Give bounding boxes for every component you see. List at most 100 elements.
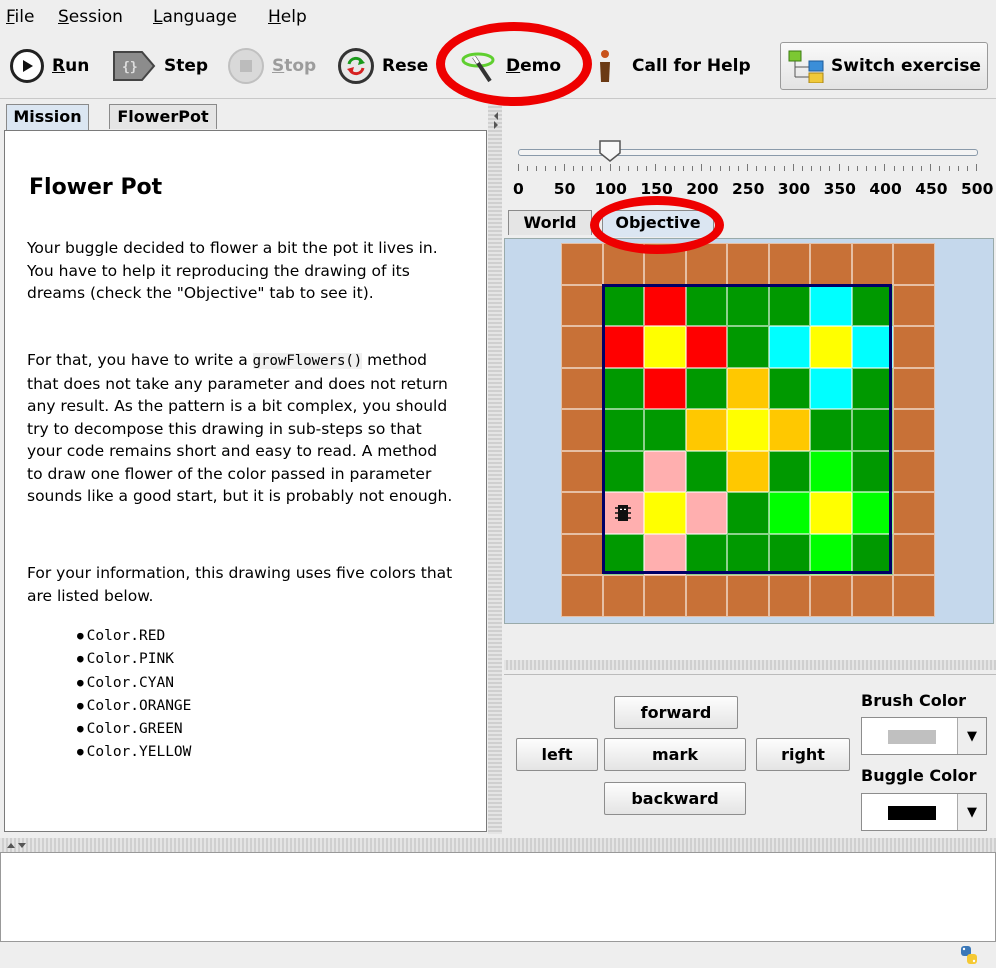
menu-language[interactable]: Language	[153, 7, 237, 27]
slider-tick	[600, 166, 602, 171]
world-controls-splitter[interactable]	[504, 660, 996, 670]
grid-cell	[893, 326, 935, 368]
grid-cell	[893, 575, 935, 617]
code-snippet: growFlowers()	[252, 353, 363, 369]
tab-world[interactable]: World	[508, 210, 592, 235]
grid-cell	[768, 243, 810, 285]
horizontal-splitter[interactable]	[0, 838, 996, 852]
slider-tick	[627, 166, 629, 171]
menu-file[interactable]: File	[6, 7, 34, 27]
step-button[interactable]: {} Step	[112, 46, 208, 86]
tab-flowerpot[interactable]: FlowerPot	[109, 104, 217, 129]
slider-tick	[948, 166, 950, 171]
output-console[interactable]	[0, 852, 996, 942]
tab-mission[interactable]: Mission	[6, 104, 89, 131]
color-list: Color.RED Color.PINK Color.CYAN Color.OR…	[77, 625, 192, 765]
slider-tick	[811, 166, 813, 171]
backward-button[interactable]: backward	[604, 782, 746, 815]
buggle-color-label: Buggle Color	[861, 766, 977, 785]
tab-objective[interactable]: Objective	[602, 210, 714, 237]
slider-tick	[747, 164, 748, 171]
slider-tick	[710, 166, 712, 171]
slider-tick	[838, 164, 840, 171]
slider-tick	[637, 166, 639, 171]
step-label: Step	[164, 56, 209, 76]
slider-thumb[interactable]	[598, 140, 621, 162]
python-icon	[961, 946, 977, 964]
forward-button[interactable]: forward	[614, 696, 738, 729]
mission-p2-intro: For that, you have to write a	[27, 351, 253, 369]
menu-session-mnemonic: S	[58, 7, 69, 27]
vertical-splitter[interactable]	[488, 104, 502, 834]
grid-cell	[561, 575, 603, 617]
tree-icon	[788, 50, 824, 83]
control-panel: forward left mark right backward Brush C…	[504, 674, 996, 835]
grid-cell	[727, 575, 769, 617]
mark-button[interactable]: mark	[604, 738, 746, 771]
reset-button[interactable]: Rese	[338, 46, 428, 86]
right-button[interactable]: right	[756, 738, 850, 771]
slider-tick-label: 250	[732, 180, 765, 198]
slider-tick	[554, 166, 556, 171]
run-label: un	[65, 56, 90, 76]
step-icon: {}	[113, 51, 156, 81]
speed-slider[interactable]	[518, 140, 978, 180]
toolbar: Run {} Step Stop Rese Demo Call for Help…	[0, 34, 996, 99]
slider-tick	[701, 164, 703, 171]
slider-tick	[646, 166, 648, 171]
world-view	[504, 238, 994, 624]
menu-file-label: ile	[14, 7, 35, 27]
buggle-icon	[603, 492, 645, 534]
menu-help[interactable]: Help	[268, 7, 307, 27]
grid-cell	[893, 243, 935, 285]
slider-tick	[875, 166, 877, 171]
menu-file-mnemonic: F	[6, 7, 15, 27]
slider-tick	[728, 166, 730, 171]
grid-cell	[893, 492, 935, 534]
help-icon	[600, 50, 610, 82]
stop-icon	[228, 48, 264, 84]
menu-language-label: anguage	[162, 7, 237, 27]
brush-color-label: Brush Color	[861, 691, 967, 710]
menu-help-mnemonic: H	[268, 7, 281, 27]
brush-color-select[interactable]: ▼	[861, 717, 987, 755]
run-button[interactable]: Run	[10, 46, 89, 86]
slider-ticks	[518, 164, 978, 172]
menu-session[interactable]: Session	[58, 7, 123, 27]
grid-cell	[893, 367, 935, 409]
demo-label: emo	[520, 56, 562, 76]
stop-button[interactable]: Stop	[228, 46, 316, 86]
grid-cell	[561, 492, 603, 534]
slider-tick	[820, 166, 822, 171]
switch-exercise-button[interactable]: Switch exercise	[780, 42, 988, 90]
slider-tick	[664, 166, 666, 171]
slider-tick	[572, 166, 574, 171]
menu-help-label: elp	[280, 7, 307, 27]
grid-cell	[810, 243, 852, 285]
stop-label: top	[284, 56, 317, 76]
left-button[interactable]: left	[516, 738, 598, 771]
brush-color-swatch	[888, 730, 936, 744]
slider-tick	[682, 166, 684, 171]
grid-cell	[561, 533, 603, 575]
buggle-color-select[interactable]: ▼	[861, 793, 987, 831]
slider-tick	[911, 166, 913, 171]
call-for-help-button[interactable]: Call for Help	[596, 46, 751, 86]
slider-tick	[866, 166, 868, 171]
grid-cell	[810, 575, 852, 617]
slider-tick	[536, 166, 538, 171]
slider-tick	[893, 166, 895, 171]
slider-tick-label: 100	[594, 180, 627, 198]
list-item: Color.YELLOW	[77, 741, 192, 764]
slider-tick	[545, 166, 547, 171]
mission-p2-rest: method that does not take any parameter …	[27, 351, 453, 505]
list-item: Color.GREEN	[77, 718, 191, 741]
demo-button[interactable]: Demo	[460, 46, 561, 86]
slider-tick-label: 500	[961, 180, 994, 198]
grid-cell	[727, 243, 769, 285]
slider-tick	[902, 166, 904, 171]
chevron-down-icon: ▼	[957, 718, 986, 754]
grid-cell	[561, 326, 603, 368]
list-item: Color.RED	[77, 625, 191, 648]
slider-tick	[847, 166, 849, 171]
